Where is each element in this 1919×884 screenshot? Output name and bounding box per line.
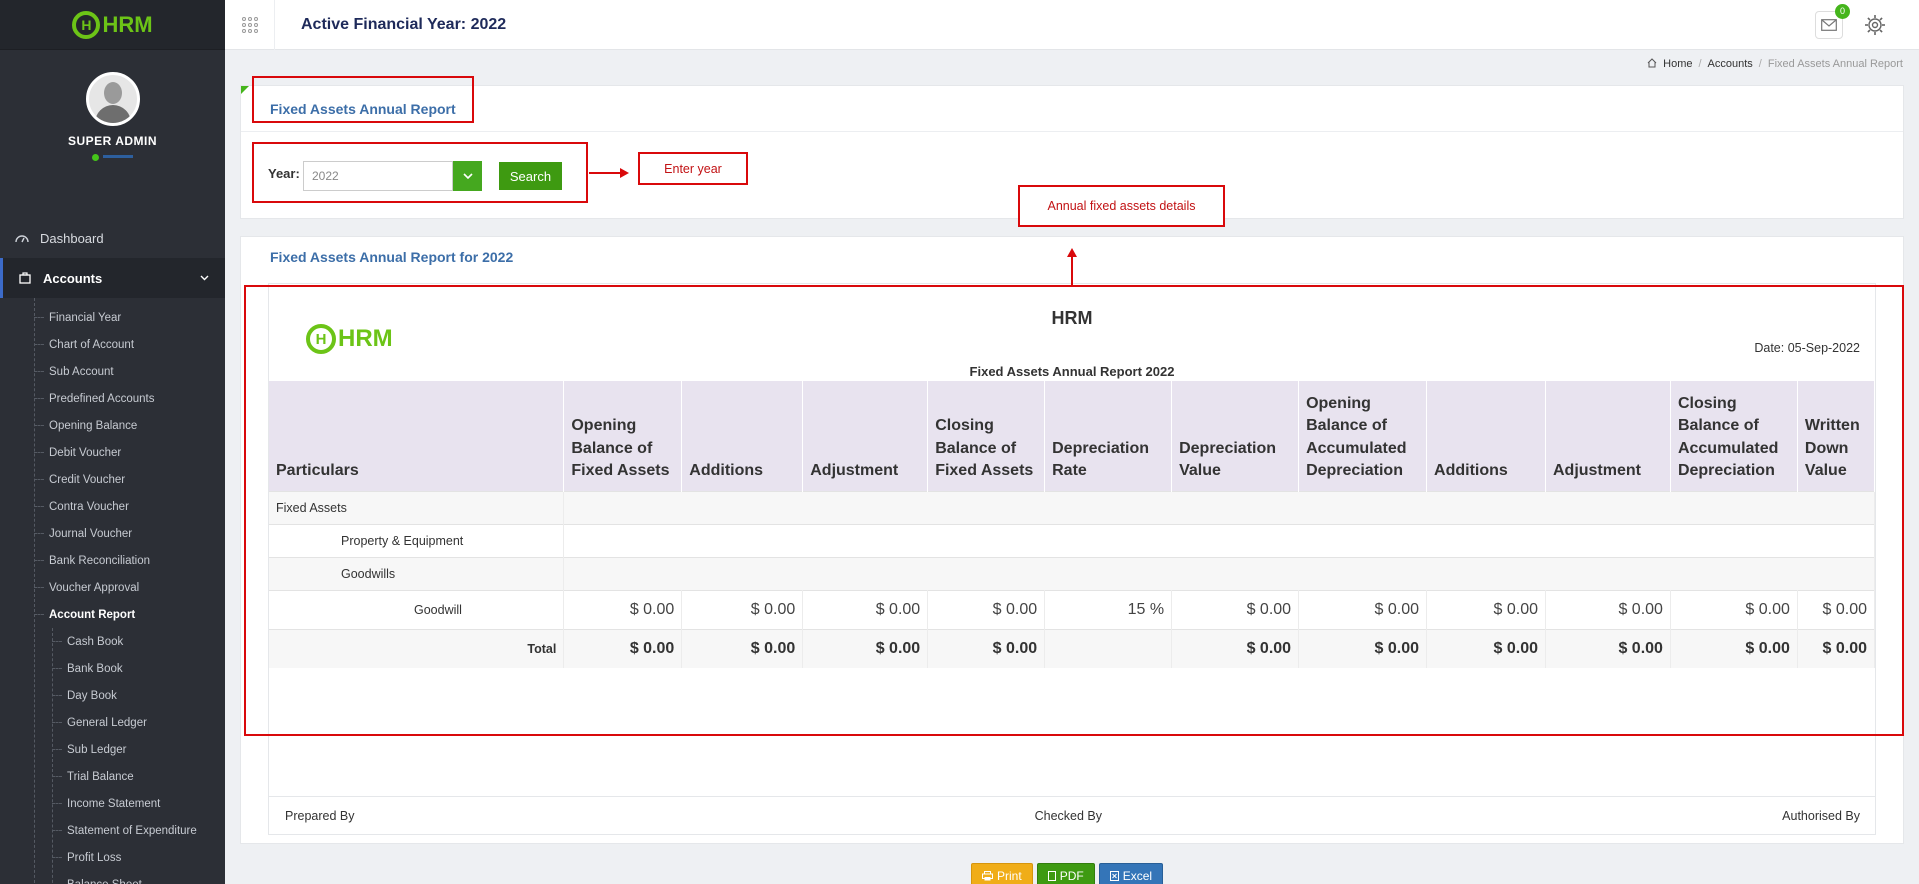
sidebar-item-bank-reconciliation[interactable]: Bank Reconciliation [0,547,225,574]
sidebar-item-label: Dashboard [40,230,104,246]
annotation-box-title [252,76,474,123]
user-profile: SUPER ADMIN [0,50,225,218]
avatar[interactable] [85,72,140,126]
envelope-icon [1821,18,1837,31]
chevron-down-icon [200,272,209,284]
file-icon [1047,871,1056,881]
active-financial-year: Active Financial Year: 2022 [301,15,507,33]
pdf-button[interactable]: PDF [1036,863,1095,884]
sidebar-item-general-ledger[interactable]: General Ledger [0,709,225,736]
account-report-submenu: Cash Book Bank Book Day Book General Led… [0,628,225,884]
briefcase-icon [17,271,33,285]
accounts-submenu: Financial Year Chart of Account Sub Acco… [0,298,225,884]
checked-by: Checked By [1034,808,1103,823]
online-status-icon [92,154,99,161]
signature-row: Prepared By Checked By Authorised By [268,797,1876,835]
sidebar-item-account-report[interactable]: Account Report [0,601,225,628]
sidebar-item-day-book[interactable]: Day Book [0,682,225,709]
settings-button[interactable] [1861,11,1889,39]
sidebar-item-sub-account[interactable]: Sub Account [0,358,225,385]
annotation-arrow-up [1067,248,1077,287]
grid-icon [241,16,258,33]
sidebar-item-credit-voucher[interactable]: Credit Voucher [0,466,225,493]
sidebar-item-opening-balance[interactable]: Opening Balance [0,412,225,439]
annotation-box-year-filter [252,142,588,203]
excel-file-icon [1109,871,1119,881]
breadcrumb-home[interactable]: Home [1663,58,1692,71]
breadcrumb-accounts[interactable]: Accounts [1708,58,1753,71]
sidebar-item-dashboard[interactable]: Dashboard [0,218,225,258]
logo-text: HRM [102,11,153,37]
home-icon [1647,58,1657,71]
sidebar-item-accounts[interactable]: Accounts [0,258,225,298]
breadcrumb-current: Fixed Assets Annual Report [1767,58,1903,70]
sidebar-item-contra-voucher[interactable]: Contra Voucher [0,493,225,520]
status-bar [103,155,133,159]
filter-panel-title: Fixed Assets Annual Report [241,86,1903,132]
pdf-label: PDF [1059,869,1084,883]
excel-button[interactable]: Excel [1098,863,1164,884]
app-logo[interactable]: H HRM [72,10,153,39]
excel-label: Excel [1122,869,1153,883]
authorised-by: Authorised By [1782,808,1860,823]
sidebar-item-trial-balance[interactable]: Trial Balance [0,763,225,790]
sidebar-item-sub-ledger[interactable]: Sub Ledger [0,736,225,763]
sidebar-item-profit-loss[interactable]: Profit Loss [0,844,225,871]
sidebar-item-statement-of-expenditure[interactable]: Statement of Expenditure [0,817,225,844]
apps-menu-button[interactable] [225,0,275,50]
breadcrumb-separator: / [1758,58,1762,70]
sidebar-item-journal-voucher[interactable]: Journal Voucher [0,520,225,547]
print-label: Print [997,869,1022,883]
report-panel-title: Fixed Assets Annual Report for 2022 [270,249,514,265]
sidebar-item-debit-voucher[interactable]: Debit Voucher [0,439,225,466]
dashboard-icon [14,231,30,245]
sidebar: H HRM SUPER ADMIN Dashboard Accounts Fin… [0,0,225,884]
annotation-box-report [244,285,1904,736]
sidebar-item-bank-book[interactable]: Bank Book [0,655,225,682]
sidebar-item-predefined-accounts[interactable]: Predefined Accounts [0,385,225,412]
printer-icon [982,871,993,881]
messages-button[interactable]: 0 [1815,3,1850,39]
breadcrumb-separator: / [1698,58,1702,70]
sidebar-item-label: Accounts [43,270,103,286]
export-buttons: Print PDF Excel [971,863,1164,884]
sidebar-item-voucher-approval[interactable]: Voucher Approval [0,574,225,601]
annotation-details: Annual fixed assets details [1018,185,1225,227]
annotation-arrow-right [589,168,629,178]
sidebar-item-income-statement[interactable]: Income Statement [0,790,225,817]
header-actions: 0 [1815,3,1889,39]
breadcrumb: Home / Accounts / Fixed Assets Annual Re… [1647,58,1903,71]
logo-mark: H [72,10,101,39]
sidebar-item-balance-sheet[interactable]: Balance Sheet [0,871,225,884]
sidebar-item-chart-of-account[interactable]: Chart of Account [0,331,225,358]
prepared-by: Prepared By [285,808,355,823]
user-name: SUPER ADMIN [67,134,158,148]
top-header: Active Financial Year: 2022 0 [225,0,1919,50]
sidebar-item-cash-book[interactable]: Cash Book [0,628,225,655]
annotation-enter-year: Enter year [638,152,748,185]
logo-bar: H HRM [0,0,225,50]
print-button[interactable]: Print [971,863,1033,884]
corner-marker [241,86,249,94]
message-count-badge: 0 [1835,3,1850,19]
gear-icon [1865,14,1885,35]
sidebar-item-financial-year[interactable]: Financial Year [0,304,225,331]
